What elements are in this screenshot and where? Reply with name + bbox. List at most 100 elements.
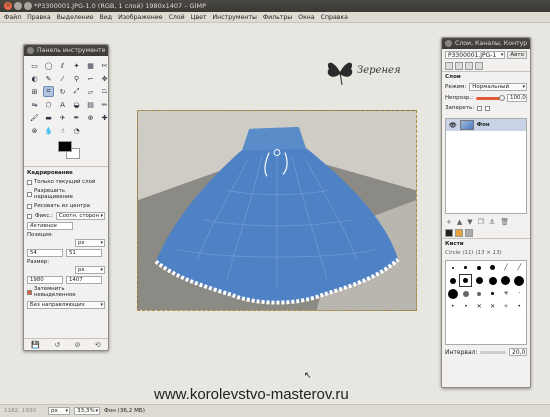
fuzzy-select-icon[interactable]: ✦	[71, 60, 82, 71]
menu-help[interactable]: Справка	[321, 14, 348, 21]
menu-colors[interactable]: Цвет	[191, 14, 207, 21]
perspective-icon[interactable]: ⏢	[99, 86, 110, 97]
paths-icon[interactable]: ✎	[43, 73, 54, 84]
spacing-slider[interactable]	[480, 350, 506, 354]
menu-windows[interactable]: Окна	[298, 14, 314, 21]
restore-icon[interactable]: ↺	[54, 341, 60, 349]
image-selector-combo[interactable]: P3300001.JPG-1	[445, 51, 506, 59]
brush-item[interactable]: ✕	[490, 303, 495, 310]
size-unit-combo[interactable]: px	[75, 266, 105, 274]
brush-item[interactable]: ╱	[504, 264, 508, 271]
brush-item[interactable]	[477, 265, 482, 270]
brush-item[interactable]	[477, 291, 482, 296]
shear-icon[interactable]: ▱	[85, 86, 96, 97]
unit-combo[interactable]: px	[48, 407, 70, 415]
brush-item[interactable]	[462, 290, 469, 297]
heal-icon[interactable]: ✚	[99, 112, 110, 123]
tab-gradients[interactable]	[465, 229, 473, 237]
brush-item[interactable]	[501, 276, 511, 285]
brush-item[interactable]	[447, 288, 458, 299]
size-width-field[interactable]: 1980	[27, 276, 63, 284]
tab-brushes[interactable]	[445, 229, 453, 237]
maximize-window-button[interactable]	[24, 2, 32, 10]
image-canvas[interactable]	[137, 110, 417, 311]
delete-layer-icon[interactable]: 🗑	[500, 218, 509, 226]
menu-layer[interactable]: Слой	[169, 14, 185, 21]
brush-item[interactable]	[514, 275, 525, 286]
eye-icon[interactable]: 👁	[449, 122, 457, 129]
brush-item[interactable]: ╱	[518, 264, 522, 271]
foreground-select-icon[interactable]: ◐	[29, 73, 40, 84]
perspective-clone-icon[interactable]: ⊗	[29, 125, 40, 136]
color-picker-icon[interactable]: ⁄	[57, 73, 68, 84]
current-layer-only-checkbox[interactable]: Только текущий слой	[27, 179, 105, 185]
brush-item[interactable]	[490, 265, 496, 270]
brush-item[interactable]	[475, 277, 483, 284]
close-icon[interactable]	[445, 40, 452, 47]
reset-icon[interactable]: ⟲	[95, 341, 101, 349]
menu-tools[interactable]: Инструменты	[213, 14, 257, 21]
guides-combo[interactable]: Без направляющих	[27, 301, 105, 309]
flip-icon[interactable]: ⇋	[29, 99, 40, 110]
highlight-checkbox[interactable]: Затемнить невыделенное	[27, 286, 105, 298]
brush-item[interactable]: ·	[518, 290, 520, 297]
close-window-button[interactable]: ×	[4, 2, 12, 10]
paintbrush-icon[interactable]: 🖌	[29, 112, 40, 123]
expand-from-center-checkbox[interactable]: Рисовать из центра	[27, 203, 105, 209]
position-y-field[interactable]: 51	[66, 249, 102, 257]
size-height-field[interactable]: 1407	[66, 276, 102, 284]
new-layer-icon[interactable]: +	[446, 218, 452, 226]
bucket-fill-icon[interactable]: ◒	[71, 99, 82, 110]
brush-item[interactable]	[488, 276, 497, 285]
tab-undo[interactable]	[475, 62, 483, 70]
zoom-combo[interactable]: 33,3%	[74, 407, 100, 415]
rect-select-icon[interactable]: ▭	[29, 60, 40, 71]
brush-item[interactable]: ✧	[503, 303, 508, 310]
brush-item[interactable]	[451, 266, 454, 269]
brush-item[interactable]: •	[464, 303, 468, 310]
align-icon[interactable]: ⊞	[29, 86, 40, 97]
fixed-combo[interactable]: Соотн. сторон	[55, 212, 105, 220]
fixed-value-field[interactable]: Активное	[27, 222, 73, 230]
zoom-icon[interactable]: ⚲	[71, 73, 82, 84]
tab-layers[interactable]	[445, 62, 453, 70]
free-select-icon[interactable]: ℓ	[57, 60, 68, 71]
lock-alpha-checkbox[interactable]	[485, 105, 491, 111]
text-icon[interactable]: A	[57, 99, 68, 110]
airbrush-icon[interactable]: ✈	[57, 112, 68, 123]
ink-icon[interactable]: ✒	[71, 112, 82, 123]
clone-icon[interactable]: ⊕	[85, 112, 96, 123]
dodge-icon[interactable]: ◔	[71, 125, 82, 136]
crop-icon[interactable]: ⌗	[43, 86, 54, 97]
brush-item[interactable]: ✳	[503, 290, 508, 297]
cage-icon[interactable]: ⬡	[43, 99, 54, 110]
lock-pixels-checkbox[interactable]	[477, 105, 483, 111]
menu-view[interactable]: Вид	[100, 14, 113, 21]
fixed-checkbox[interactable]	[27, 213, 32, 219]
blur-icon[interactable]: 💧	[43, 125, 54, 136]
minimize-window-button[interactable]	[14, 2, 22, 10]
brush-item[interactable]	[464, 266, 468, 269]
tab-patterns[interactable]	[455, 229, 463, 237]
smudge-icon[interactable]: ☝	[57, 125, 68, 136]
menu-image[interactable]: Изображение	[118, 14, 163, 21]
duplicate-layer-icon[interactable]: ❐	[478, 218, 484, 226]
menu-file[interactable]: Файл	[4, 14, 21, 21]
raise-layer-icon[interactable]: ▲	[457, 218, 462, 226]
menu-edit[interactable]: Правка	[27, 14, 51, 21]
brush-item-selected[interactable]	[459, 274, 473, 287]
color-select-icon[interactable]: ▦	[85, 60, 96, 71]
brush-item[interactable]	[449, 277, 456, 284]
brush-item[interactable]: •	[451, 303, 455, 310]
opacity-slider[interactable]	[476, 94, 505, 101]
eraser-icon[interactable]: ▬	[43, 112, 54, 123]
allow-growing-checkbox[interactable]: Разрешить наращивание	[27, 188, 105, 200]
scale-icon[interactable]: ⤢	[71, 86, 82, 97]
scissors-icon[interactable]: ✂	[99, 60, 110, 71]
ellipse-select-icon[interactable]: ◯	[43, 60, 54, 71]
tab-channels[interactable]	[455, 62, 463, 70]
auto-button[interactable]: Авто	[507, 51, 527, 59]
measure-icon[interactable]: ⌐	[85, 73, 96, 84]
menu-select[interactable]: Выделение	[57, 14, 94, 21]
delete-preset-icon[interactable]: ⊘	[75, 341, 81, 349]
